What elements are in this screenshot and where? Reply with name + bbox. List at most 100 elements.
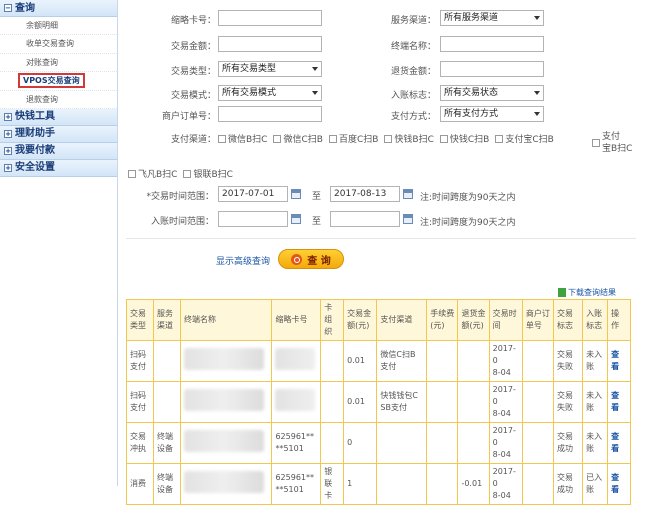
header-text: 交易 xyxy=(130,309,146,318)
pay-method-select[interactable]: 所有支付方式 xyxy=(440,106,544,122)
table-cell xyxy=(153,340,182,382)
table-cell[interactable]: 查看 xyxy=(607,340,631,382)
entry-time-to[interactable] xyxy=(330,211,413,227)
checkbox-kuaiqian-bc[interactable]: 快钱B扫C xyxy=(384,132,434,145)
header-text: 单号 xyxy=(525,321,542,330)
redacted-block xyxy=(275,389,316,411)
sidebar-item-acquiring[interactable]: 收单交易查询 xyxy=(0,35,117,54)
cell-text: **5101 xyxy=(275,444,304,453)
view-link[interactable]: 查 xyxy=(611,391,619,400)
table-row: 消费 终端 设备 625961** **5101 银联卡 1 -0.01 2017-0 8-04 交… xyxy=(125,463,631,505)
header-text: 服务 xyxy=(157,309,174,318)
sidebar-section-security[interactable]: + 安全设置 xyxy=(0,159,117,177)
table-cell xyxy=(457,381,490,423)
sidebar-section-tools[interactable]: + 快钱工具 xyxy=(0,108,117,126)
txn-type-select[interactable]: 所有交易类型 xyxy=(218,61,322,77)
column-header: 缩略卡号 xyxy=(271,299,322,341)
sidebar-section-payment[interactable]: + 我要付款 xyxy=(0,142,117,160)
sidebar-item-refund[interactable]: 退款查询 xyxy=(0,91,117,109)
calendar-icon[interactable] xyxy=(291,189,301,199)
merchant-order-input[interactable] xyxy=(218,106,322,122)
amount-input[interactable] xyxy=(218,36,322,52)
checkbox-box[interactable] xyxy=(439,134,448,143)
checkbox-alipay-bc[interactable]: 支付 宝B扫C xyxy=(592,131,632,155)
checkbox-wechat-cb[interactable]: 微信C扫B xyxy=(273,132,323,145)
view-link[interactable]: 查 xyxy=(611,432,619,441)
expand-icon: + xyxy=(4,163,12,172)
txn-mode-select[interactable]: 所有交易模式 xyxy=(218,85,322,101)
select-value: 所有交易状态 xyxy=(444,88,499,98)
cell-text: 终端 xyxy=(157,432,174,441)
view-link[interactable]: 看 xyxy=(611,485,619,494)
table-cell[interactable]: 查看 xyxy=(607,381,631,423)
checkbox-baidu-cb[interactable]: 百度C扫B xyxy=(328,132,378,145)
entry-time-from[interactable] xyxy=(218,211,301,227)
checkbox-box[interactable] xyxy=(384,134,393,143)
table-cell: 0.01 xyxy=(343,381,378,423)
download-link[interactable]: 下载查询结果 xyxy=(558,287,616,298)
header-text: (元) xyxy=(430,321,445,330)
sidebar-item-reconcile[interactable]: 对账查询 xyxy=(0,54,117,73)
checkbox-unionpay-bc[interactable]: 银联B扫C xyxy=(183,167,233,180)
table-cell: 625961** **5101 xyxy=(271,463,322,505)
entry-flag-select[interactable]: 所有交易状态 xyxy=(440,85,544,101)
checkbox-box[interactable] xyxy=(495,134,504,143)
service-channel-select[interactable]: 所有服务渠道 xyxy=(440,10,544,26)
cell-text: 1 xyxy=(347,479,353,488)
refund-amount-input[interactable] xyxy=(440,61,544,77)
checkbox-alipay-cb[interactable]: 支付宝C扫B xyxy=(495,132,554,145)
cell-text: 2017-0 xyxy=(492,344,516,365)
checkbox-box[interactable] xyxy=(128,169,136,178)
checkbox-feifan-bc[interactable]: 飞凡B扫C xyxy=(128,167,177,180)
cell-text: 成功 xyxy=(557,444,574,453)
header-text: 渠道 xyxy=(157,321,174,330)
checkbox-box[interactable] xyxy=(328,134,337,143)
checkbox-box[interactable] xyxy=(218,134,226,143)
cell-text: SB支付 xyxy=(380,403,407,412)
header-text: 退货金 xyxy=(461,309,486,318)
card-no-input[interactable] xyxy=(218,10,322,26)
checkbox-box[interactable] xyxy=(183,169,192,178)
view-link[interactable]: 查 xyxy=(611,473,619,482)
select-value: 所有交易模式 xyxy=(222,88,277,98)
main-content: 缩略卡号： 服务渠道： 所有服务渠道 交易金额： 终端名称： 交易类型： 所有交… xyxy=(118,0,645,505)
pay-channel-group: 微信B扫C 微信C扫B 百度C扫B 快钱B扫C 快钱C扫B 支付宝C扫B xyxy=(218,132,560,145)
table-cell[interactable]: 查看 xyxy=(607,463,631,505)
sidebar: − 查询 余额明细 收单交易查询 对账查询 VPOS交易查询 退款查询 + 快钱工具… xyxy=(0,0,118,486)
txn-time-to[interactable]: 2017-08-13 xyxy=(330,186,413,202)
column-header: 入账 标志 xyxy=(582,299,609,341)
table-cell: 1 xyxy=(343,463,378,505)
column-header: 交易 标志 xyxy=(553,299,584,341)
txn-time-from[interactable]: 2017-07-01 xyxy=(218,186,301,202)
cell-text: 8-04 xyxy=(492,491,511,500)
calendar-icon[interactable] xyxy=(291,214,301,224)
sidebar-item-vpos[interactable]: VPOS交易查询 xyxy=(0,72,117,91)
table-cell xyxy=(271,381,322,423)
checkbox-box[interactable] xyxy=(273,134,282,143)
calendar-icon[interactable] xyxy=(403,189,413,199)
advanced-query-link[interactable]: 显示高级查询 xyxy=(216,254,270,267)
sidebar-item-balance[interactable]: 余额明细 xyxy=(0,17,117,36)
view-link[interactable]: 看 xyxy=(611,362,619,371)
view-link[interactable]: 查 xyxy=(611,350,619,359)
checkbox-wechat-bc[interactable]: 微信B扫C xyxy=(218,132,267,145)
column-header: 手续费 (元) xyxy=(426,299,459,341)
query-button[interactable]: 查 询 xyxy=(278,249,344,269)
table-cell: 2017-0 8-04 xyxy=(488,463,523,505)
table-cell: 银联卡 xyxy=(320,463,345,505)
checkbox-box[interactable] xyxy=(592,139,600,147)
table-cell[interactable]: 查看 xyxy=(607,422,631,464)
sidebar-section-label: 安全设置 xyxy=(15,162,55,174)
sidebar-section-query[interactable]: − 查询 xyxy=(0,0,117,17)
header-text: 商户订 xyxy=(525,309,550,318)
checkbox-kuaiqian-cb[interactable]: 快钱C扫B xyxy=(439,132,489,145)
view-link[interactable]: 看 xyxy=(611,403,619,412)
header-text: 织 xyxy=(324,327,333,336)
table-cell xyxy=(271,340,322,382)
terminal-name-input[interactable] xyxy=(440,36,544,52)
cell-text: 终端 xyxy=(157,473,174,482)
header-text: 终端名称 xyxy=(184,315,217,324)
view-link[interactable]: 看 xyxy=(611,444,619,453)
calendar-icon[interactable] xyxy=(403,214,413,224)
sidebar-section-finance[interactable]: + 理财助手 xyxy=(0,125,117,143)
